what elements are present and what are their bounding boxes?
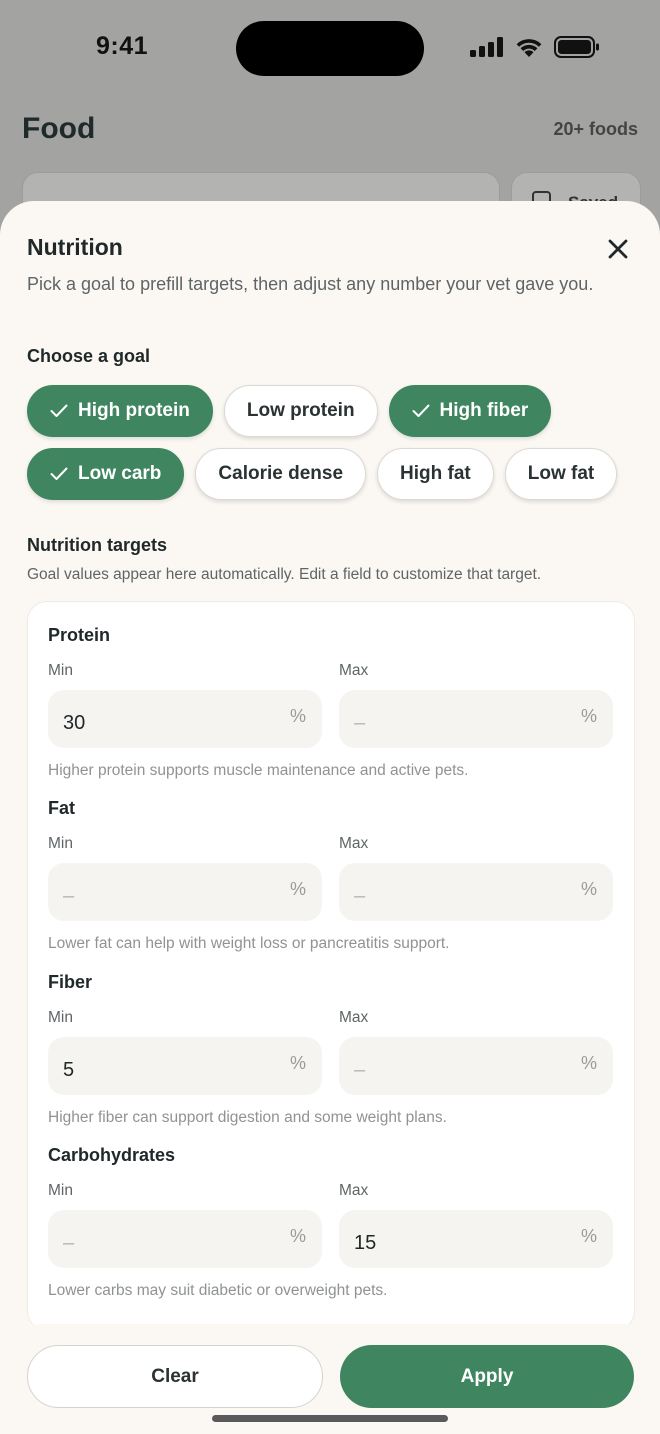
nutrient-name: Carbohydrates xyxy=(48,1145,176,1165)
field-value: 5 xyxy=(63,1059,75,1081)
min-label: Min xyxy=(48,662,73,679)
nutrient-name: Fiber xyxy=(48,972,93,992)
protein-min-input[interactable]: 30 % xyxy=(48,690,322,748)
battery-icon xyxy=(554,36,599,58)
max-label: Max xyxy=(339,1009,369,1026)
sheet-description: Pick a goal to prefill targets, then adj… xyxy=(27,274,594,294)
cellular-signal-icon xyxy=(470,37,503,57)
close-icon xyxy=(608,239,628,259)
apply-button[interactable]: Apply xyxy=(340,1345,634,1408)
nutrient-hint: Higher fiber can support digestion and s… xyxy=(48,1109,447,1126)
goal-chip-label: High fiber xyxy=(439,400,529,421)
close-button[interactable] xyxy=(601,232,635,266)
targets-heading: Nutrition targets xyxy=(27,535,168,555)
nutrient-hint: Lower carbs may suit diabetic or overwei… xyxy=(48,1282,388,1299)
targets-description: Goal values appear here automatically. E… xyxy=(27,566,542,583)
wifi-icon xyxy=(516,39,542,57)
goal-chip-label: Low carb xyxy=(78,463,162,484)
nutrient-protein: Protein Min Max 30 % – % Higher protein … xyxy=(48,625,614,780)
unit-label: % xyxy=(289,706,306,726)
min-label: Min xyxy=(48,1182,73,1199)
goal-chip-high-fat[interactable]: High fat xyxy=(377,448,494,500)
nutrient-hint: Higher protein supports muscle maintenan… xyxy=(48,762,469,779)
dynamic-island xyxy=(236,21,424,76)
max-label: Max xyxy=(339,662,369,679)
home-indicator xyxy=(212,1415,448,1422)
field-value: 15 xyxy=(354,1232,377,1254)
nutrient-fiber: Fiber Min Max 5 % – % Higher fiber can s… xyxy=(48,972,614,1127)
goal-chip-low-fat[interactable]: Low fat xyxy=(504,448,618,500)
goal-chip-row: Low carb Calorie dense High fat Low fat xyxy=(27,448,618,500)
goal-chip-calorie-dense[interactable]: Calorie dense xyxy=(195,448,367,500)
status-bar: 9:41 xyxy=(0,0,660,96)
fat-min-input[interactable]: – % xyxy=(48,863,322,921)
check-icon xyxy=(412,404,430,418)
field-value: – xyxy=(354,712,366,734)
unit-label: % xyxy=(580,1226,597,1246)
min-label: Min xyxy=(48,1009,73,1026)
fat-max-input[interactable]: – % xyxy=(339,863,613,921)
goal-chip-label: High fat xyxy=(400,463,471,484)
nutrient-name: Protein xyxy=(48,625,111,645)
check-icon xyxy=(50,467,68,481)
fiber-max-input[interactable]: – % xyxy=(339,1037,613,1095)
fiber-min-input[interactable]: 5 % xyxy=(48,1037,322,1095)
nutrient-hint: Lower fat can help with weight loss or p… xyxy=(48,935,450,952)
field-value: – xyxy=(354,885,366,907)
goal-chip-label: Low protein xyxy=(246,400,355,421)
goal-chip-label: High protein xyxy=(78,400,190,421)
unit-label: % xyxy=(289,1053,306,1073)
unit-label: % xyxy=(289,1226,306,1246)
carbohydrates-max-input[interactable]: 15 % xyxy=(339,1210,613,1268)
sheet-action-bar: Clear Apply xyxy=(0,1324,660,1434)
status-icons xyxy=(470,36,600,58)
min-label: Min xyxy=(48,835,73,852)
field-value: – xyxy=(354,1059,366,1081)
unit-label: % xyxy=(580,706,597,726)
sheet-title: Nutrition xyxy=(27,234,123,260)
food-count: 20+ foods xyxy=(553,119,638,139)
nutrition-targets-card: Protein Min Max 30 % – % Higher protein … xyxy=(27,601,635,1331)
goal-chip-row: High protein Low protein High fiber xyxy=(27,385,552,437)
field-value: – xyxy=(63,885,75,907)
goal-chip-low-carb[interactable]: Low carb xyxy=(27,448,185,500)
max-label: Max xyxy=(339,835,369,852)
goal-chip-high-fiber[interactable]: High fiber xyxy=(388,385,552,437)
goal-chip-high-protein[interactable]: High protein xyxy=(27,385,213,437)
food-page-title: Food xyxy=(22,112,96,145)
check-icon xyxy=(50,404,68,418)
nutrient-fat: Fat Min Max – % – % Lower fat can help w… xyxy=(48,798,614,953)
goal-chip-low-protein[interactable]: Low protein xyxy=(223,385,378,437)
nutrient-name: Fat xyxy=(48,798,75,818)
unit-label: % xyxy=(289,879,306,899)
status-time: 9:41 xyxy=(96,32,149,60)
carbohydrates-min-input[interactable]: – % xyxy=(48,1210,322,1268)
nutrient-carbohydrates: Carbohydrates Min Max – % 15 % Lower car… xyxy=(48,1145,614,1300)
goal-chip-label: Calorie dense xyxy=(218,463,344,484)
field-value: 30 xyxy=(63,712,86,734)
goal-heading: Choose a goal xyxy=(27,346,151,366)
unit-label: % xyxy=(580,879,597,899)
max-label: Max xyxy=(339,1182,369,1199)
unit-label: % xyxy=(580,1053,597,1073)
protein-max-input[interactable]: – % xyxy=(339,690,613,748)
goal-chip-label: Low fat xyxy=(527,463,595,484)
clear-button[interactable]: Clear xyxy=(27,1345,323,1408)
field-value: – xyxy=(63,1232,75,1254)
nutrition-sheet: Nutrition Pick a goal to prefill targets… xyxy=(0,201,660,1434)
